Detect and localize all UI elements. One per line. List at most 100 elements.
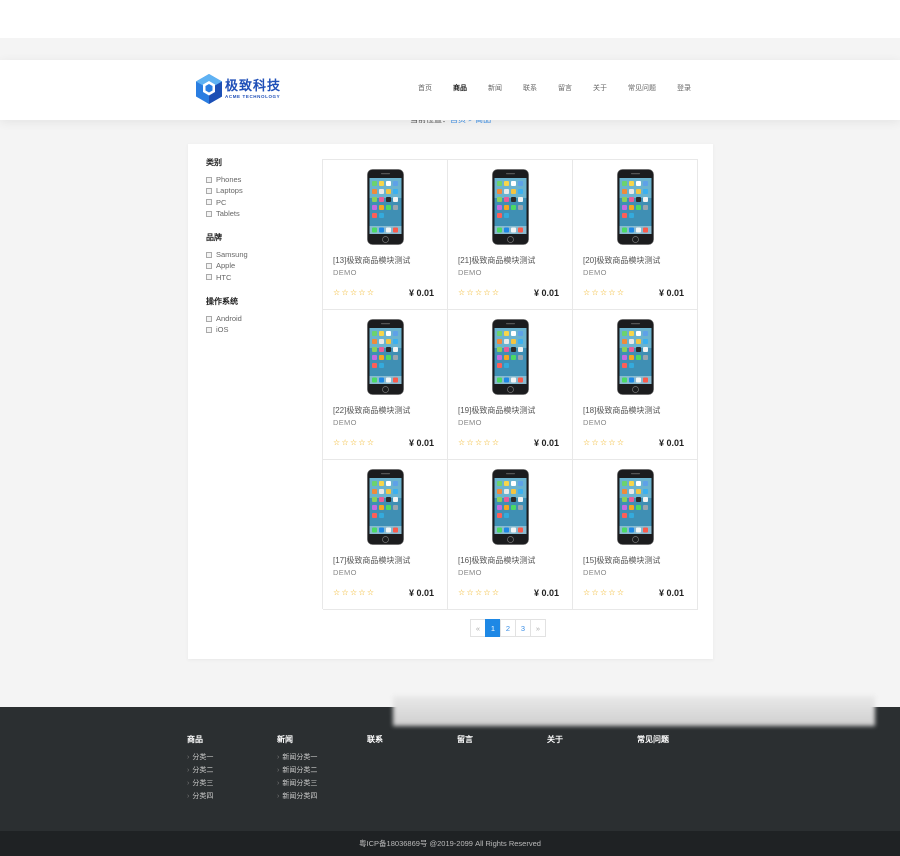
product-name[interactable]: [16]极致商品模块测试 [458,555,535,566]
footer-link[interactable]: › 新闻分类四 [277,790,317,803]
prev-page-button[interactable]: « [470,619,486,637]
footer-link[interactable]: › 分类四 [187,790,213,803]
product-name[interactable]: [17]极致商品模块测试 [333,555,410,566]
product-card[interactable]: [22]极致商品模块测试 DEMO ☆☆☆☆☆ ¥ 0.01 [323,310,448,460]
filter-option[interactable]: HTC [206,272,316,283]
filter-option[interactable]: Samsung [206,249,316,260]
phone-image[interactable] [367,319,404,395]
product-category: DEMO [458,418,482,427]
chevron-right-icon: › [187,780,190,787]
checkbox-icon[interactable] [206,327,212,334]
nav-products[interactable]: 商品 [453,84,467,94]
footer-link-label[interactable]: 分类三 [192,780,213,787]
product-name[interactable]: [19]极致商品模块测试 [458,405,535,416]
product-card[interactable]: [18]极致商品模块测试 DEMO ☆☆☆☆☆ ¥ 0.01 [573,310,698,460]
nav-faq[interactable]: 常见问题 [628,84,656,94]
phone-image[interactable] [617,469,654,545]
product-name[interactable]: [15]极致商品模块测试 [583,555,660,566]
nav-news[interactable]: 新闻 [488,84,502,94]
checkbox-icon[interactable] [206,251,212,258]
product-card[interactable]: [21]极致商品模块测试 DEMO ☆☆☆☆☆ ¥ 0.01 [448,160,573,310]
nav-message[interactable]: 留言 [558,84,572,94]
chevron-right-icon: › [277,767,280,774]
footer-link-label[interactable]: 分类二 [192,767,213,774]
filter-option-label: Laptops [216,186,243,196]
nav-about[interactable]: 关于 [593,84,607,94]
checkbox-icon[interactable] [206,176,212,183]
footer-col-about: 关于 [547,735,563,751]
footer-link-label[interactable]: 分类一 [192,754,213,761]
page-button[interactable]: 2 [500,619,516,637]
filter-option-label: Tablets [216,208,240,218]
product-name[interactable]: [22]极致商品模块测试 [333,405,410,416]
product-price: ¥ 0.01 [658,288,684,298]
product-price: ¥ 0.01 [408,438,434,448]
footer-link-label[interactable]: 新闻分类三 [282,780,317,787]
top-strip [0,0,900,38]
product-name[interactable]: [13]极致商品模块测试 [333,255,410,266]
footer-link[interactable]: › 分类一 [187,751,213,764]
filter-option[interactable]: PC [206,197,316,208]
filter-option-label: HTC [216,272,232,282]
footer-link[interactable]: › 分类三 [187,777,213,790]
product-card[interactable]: [19]极致商品模块测试 DEMO ☆☆☆☆☆ ¥ 0.01 [448,310,573,460]
filter-option[interactable]: Android [206,313,316,324]
phone-image[interactable] [492,319,529,395]
phone-image[interactable] [367,169,404,245]
product-name[interactable]: [18]极致商品模块测试 [583,405,660,416]
phone-image[interactable] [492,469,529,545]
product-name[interactable]: [21]极致商品模块测试 [458,255,535,266]
phone-image[interactable] [367,469,404,545]
checkbox-icon[interactable] [206,199,212,206]
product-category: DEMO [458,568,482,577]
footer-col-title[interactable]: 常见问题 [637,735,669,745]
checkbox-icon[interactable] [206,263,212,270]
filter-option[interactable]: Apple [206,260,316,271]
footer-link-label[interactable]: 新闻分类二 [282,767,317,774]
footer-link[interactable]: › 新闻分类二 [277,764,317,777]
footer-link-label[interactable]: 新闻分类四 [282,793,317,800]
page-button[interactable]: 3 [515,619,531,637]
footer-col-title[interactable]: 联系 [367,735,383,745]
footer-link-label[interactable]: 分类四 [192,793,213,800]
checkbox-icon[interactable] [206,187,212,194]
nav-home[interactable]: 首页 [418,84,432,94]
page-button[interactable]: 1 [485,619,501,637]
star-rating-icon: ☆☆☆☆☆ [333,288,376,297]
product-card[interactable]: [20]极致商品模块测试 DEMO ☆☆☆☆☆ ¥ 0.01 [573,160,698,310]
filter-option[interactable]: Tablets [206,208,316,219]
footer-link[interactable]: › 新闻分类三 [277,777,317,790]
filter-option[interactable]: Laptops [206,185,316,196]
phone-image[interactable] [617,319,654,395]
footer-col-contact: 联系 [367,735,383,751]
phone-image[interactable] [492,169,529,245]
product-price: ¥ 0.01 [533,288,559,298]
product-card[interactable]: [13]极致商品模块测试 DEMO ☆☆☆☆☆ ¥ 0.01 [323,160,448,310]
product-category: DEMO [333,418,357,427]
product-category: DEMO [458,268,482,277]
filter-option[interactable]: iOS [206,324,316,335]
product-category: DEMO [333,568,357,577]
next-page-button[interactable]: » [530,619,546,637]
product-name[interactable]: [20]极致商品模块测试 [583,255,660,266]
product-price: ¥ 0.01 [658,588,684,598]
product-card[interactable]: [15]极致商品模块测试 DEMO ☆☆☆☆☆ ¥ 0.01 [573,460,698,610]
brand-logo[interactable]: 极致科技 ACME TECHNOLOGY [195,73,281,105]
star-rating-icon: ☆☆☆☆☆ [333,588,376,597]
phone-image[interactable] [617,169,654,245]
checkbox-icon[interactable] [206,210,212,217]
product-card[interactable]: [16]极致商品模块测试 DEMO ☆☆☆☆☆ ¥ 0.01 [448,460,573,610]
product-card[interactable]: [17]极致商品模块测试 DEMO ☆☆☆☆☆ ¥ 0.01 [323,460,448,610]
footer-col-title[interactable]: 留言 [457,735,473,745]
filter-option[interactable]: Phones [206,174,316,185]
checkbox-icon[interactable] [206,315,212,322]
checkbox-icon[interactable] [206,274,212,281]
nav-login[interactable]: 登录 [677,84,691,94]
footer-link-label[interactable]: 新闻分类一 [282,754,317,761]
footer-col-title[interactable]: 关于 [547,735,563,745]
footer-link[interactable]: › 新闻分类一 [277,751,317,764]
footer-col-title: 新闻 [277,735,293,744]
nav-contact[interactable]: 联系 [523,84,537,94]
pagination: « 1 2 3 » [470,619,546,637]
footer-link[interactable]: › 分类二 [187,764,213,777]
